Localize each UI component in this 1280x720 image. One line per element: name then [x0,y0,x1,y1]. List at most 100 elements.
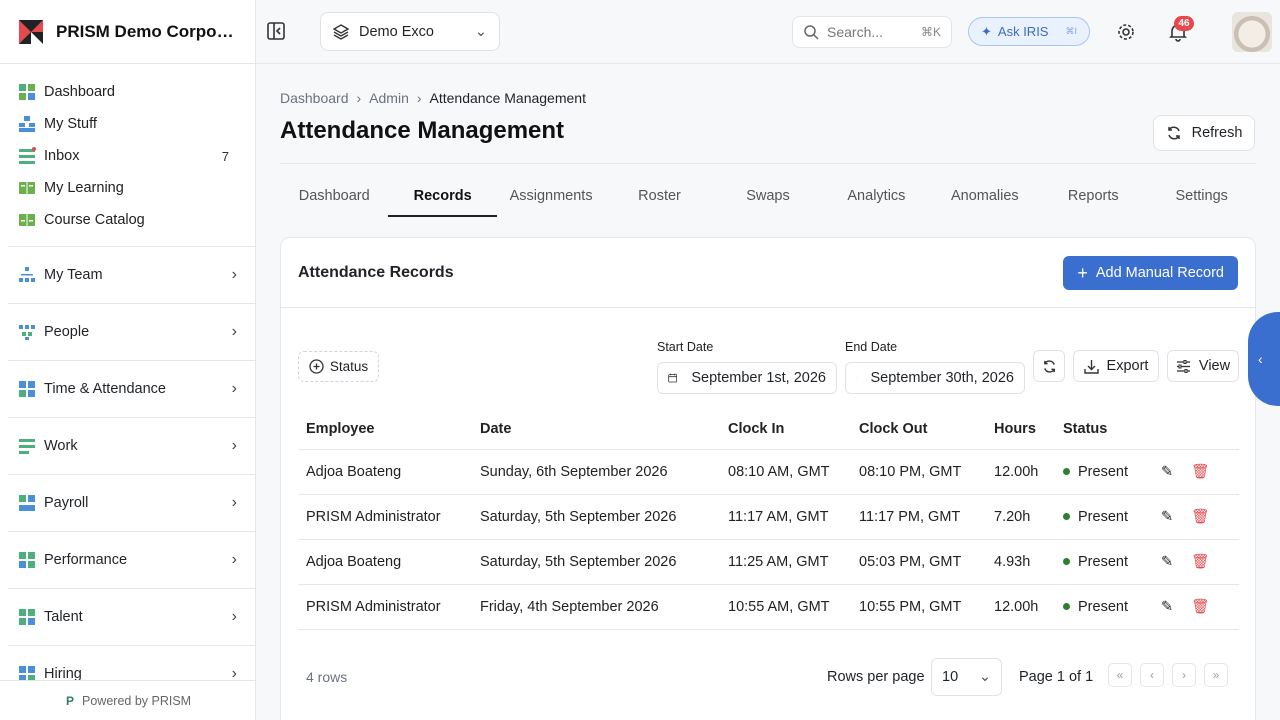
gear-icon[interactable] [1116,22,1136,42]
organization-select[interactable]: Demo Exco ⌄ [320,12,500,51]
start-date-picker[interactable]: September 1st, 2026 [657,362,837,394]
table-row[interactable]: PRISM Administrator Saturday, 5th Septem… [298,494,1239,540]
sidebar-group-performance[interactable]: Performance › [8,531,255,588]
edit-icon[interactable]: ✎ [1161,464,1173,480]
table-row[interactable]: Adjoa Boateng Sunday, 6th September 2026… [298,449,1239,495]
trash-icon[interactable]: 🗑 [1191,553,1209,570]
employee-cell: PRISM Administrator [298,584,472,630]
chevron-right-icon: › [231,551,237,568]
breadcrumb-admin[interactable]: Admin [369,90,409,106]
side-panel-toggle[interactable]: ‹ [1248,312,1280,406]
avatar[interactable] [1232,12,1272,52]
chevron-left-icon: ‹ [1258,351,1263,367]
sidebar-item-inbox[interactable]: Inbox 7 [8,140,247,172]
edit-icon[interactable]: ✎ [1161,509,1173,525]
first-page-button[interactable]: « [1108,663,1132,687]
sidebar-item-dashboard[interactable]: Dashboard [8,76,247,108]
table-row[interactable]: PRISM Administrator Friday, 4th Septembe… [298,584,1239,630]
status-text: Present [1078,463,1128,480]
tab-dashboard[interactable]: Dashboard [280,176,388,216]
chevron-right-icon: › [231,323,237,340]
chevron-right-icon: › [416,90,422,106]
tab-swaps[interactable]: Swaps [714,176,822,216]
status-text: Present [1078,553,1128,570]
sidebar-toggle-icon[interactable] [266,20,288,42]
last-page-button[interactable]: » [1204,663,1228,687]
clock-in-cell: 11:25 AM, GMT [720,539,851,585]
learning-icon [19,182,35,194]
clock-in-cell: 10:55 AM, GMT [720,584,851,630]
prism-logo-icon [19,19,43,44]
trash-icon[interactable]: 🗑 [1191,598,1209,615]
tab-settings[interactable]: Settings [1148,176,1256,216]
clock-out-cell: 11:17 PM, GMT [851,494,986,540]
notification-badge: 46 [1174,16,1194,31]
tab-reports[interactable]: Reports [1039,176,1147,216]
tab-analytics[interactable]: Analytics [822,176,930,216]
sidebar-group-people[interactable]: People › [8,303,255,360]
ask-iris-shortcut: ⌘I [1065,26,1077,36]
column-header[interactable]: Employee [298,410,472,450]
sidebar-group-work[interactable]: Work › [8,417,255,474]
refresh-label: Refresh [1191,125,1243,141]
previous-page-button[interactable]: ‹ [1140,663,1164,687]
sidebar-group-time-attendance[interactable]: Time & Attendance › [8,360,255,417]
dashboard-icon [19,84,35,100]
status-text: Present [1078,598,1128,615]
people-icon [19,325,35,340]
edit-icon[interactable]: ✎ [1161,599,1173,615]
status-dot [1063,603,1070,611]
sidebar-group-label: My Team [44,267,103,283]
reload-button[interactable] [1033,350,1065,382]
breadcrumb-dashboard[interactable]: Dashboard [280,90,349,106]
end-date-value: September 30th, 2026 [870,370,1015,386]
add-manual-record-button[interactable]: + Add Manual Record [1063,255,1238,290]
end-date-picker[interactable]: September 30th, 2026 [845,362,1025,394]
ask-iris-label: Ask IRIS [997,24,1049,39]
ask-iris-button[interactable]: ✦ Ask IRIS ⌘I [968,17,1090,46]
tab-roster[interactable]: Roster [605,176,713,216]
page-title: Attendance Management [280,117,565,144]
sidebar-groups: My Team › People › Time & Attendance › W… [8,246,255,702]
start-date-label: Start Date [657,340,714,354]
prism-mark-icon: P [66,693,75,708]
tab-assignments[interactable]: Assignments [497,176,605,216]
column-header[interactable]: Hours [986,410,1055,450]
column-header[interactable]: Clock Out [851,410,986,450]
powered-by-footer: P Powered by PRISM [0,680,255,720]
edit-icon[interactable]: ✎ [1161,554,1173,570]
sparkle-icon: ✦ [981,23,992,39]
view-options-button[interactable]: View [1167,350,1239,382]
clock-out-cell: 08:10 PM, GMT [851,449,986,495]
rows-per-page-select[interactable]: 10 ⌄ [931,658,1002,696]
sidebar-group-talent[interactable]: Talent › [8,588,255,645]
column-header[interactable]: Date [472,410,720,450]
export-button[interactable]: Export [1073,350,1159,382]
sidebar-item-course-catalog[interactable]: Course Catalog [8,204,247,236]
table-row[interactable]: Adjoa Boateng Saturday, 5th September 20… [298,539,1239,585]
sidebar-group-label: People [44,324,90,340]
sidebar-group-my-team[interactable]: My Team › [8,246,255,303]
trash-icon[interactable]: 🗑 [1191,508,1209,525]
tab-anomalies[interactable]: Anomalies [931,176,1039,216]
tab-records[interactable]: Records [388,176,498,217]
sidebar-group-payroll[interactable]: Payroll › [8,474,255,531]
add-manual-record-label: Add Manual Record [1095,264,1224,281]
status-filter-button[interactable]: Status [298,351,379,382]
inbox-count: 7 [221,148,229,164]
sidebar-item-my-learning[interactable]: My Learning [8,172,247,204]
status-dot [1063,558,1070,566]
sidebar-group-label: Work [44,438,78,454]
clock-in-cell: 08:10 AM, GMT [720,449,851,495]
inbox-icon [19,147,36,164]
time-attendance-icon [19,381,35,397]
brand[interactable]: PRISM Demo Corporati... [0,0,255,64]
trash-icon[interactable]: 🗑 [1191,463,1209,480]
next-page-button[interactable]: › [1172,663,1196,687]
search-input[interactable]: Search... ⌘K [792,16,952,48]
sidebar-item-my-stuff[interactable]: My Stuff [8,108,247,140]
refresh-button[interactable]: Refresh [1153,115,1255,151]
column-header[interactable]: Clock In [720,410,851,450]
column-header[interactable]: Status [1055,410,1153,450]
export-label: Export [1106,358,1149,374]
